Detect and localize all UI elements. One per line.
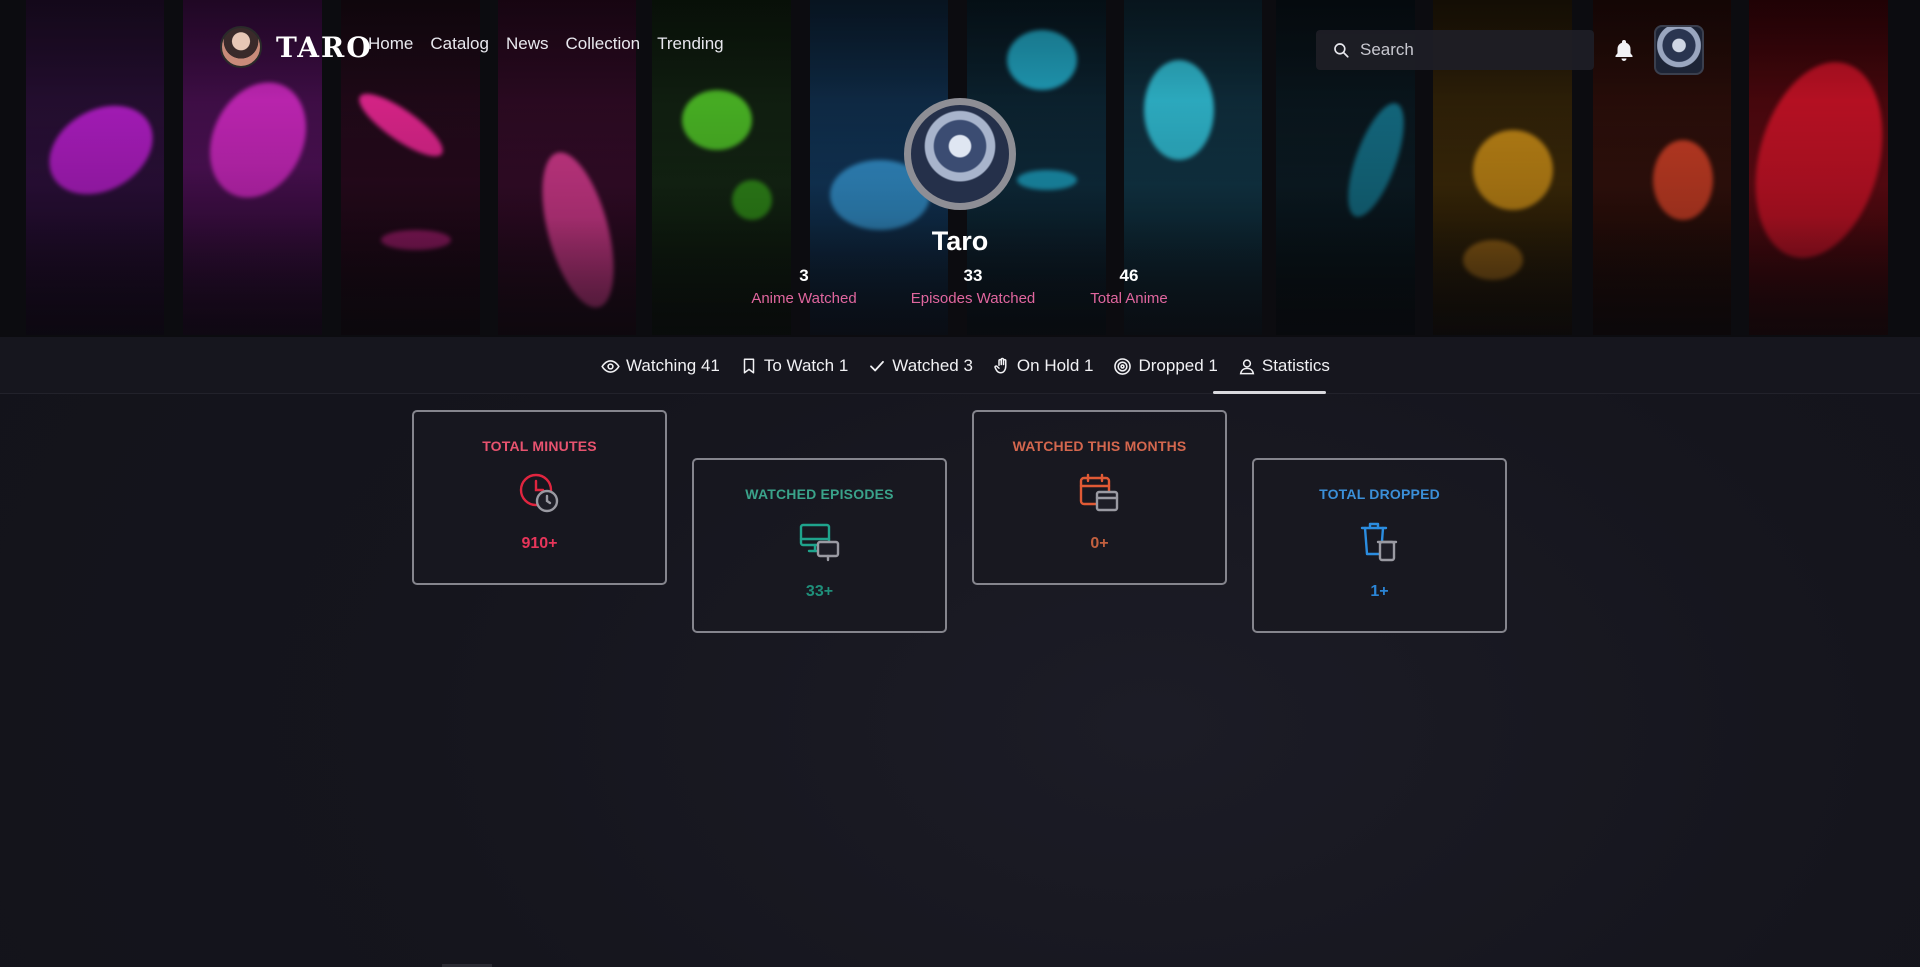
stat-value: 33 xyxy=(963,266,983,285)
profile-stats: 3 Anime Watched 33 Episodes Watched 46 T… xyxy=(0,266,1920,316)
card-total-minutes: TOTAL MINUTES 910+ xyxy=(412,410,667,585)
check-icon xyxy=(870,360,885,372)
search-input[interactable] xyxy=(1360,40,1580,60)
card-watched-this-months: WATCHED THIS MONTHS 0+ xyxy=(972,410,1227,585)
tab-watching[interactable]: Watching 41 xyxy=(601,355,720,377)
tab-dropped[interactable]: Dropped 1 xyxy=(1113,355,1218,377)
nav-link-trending[interactable]: Trending xyxy=(657,34,723,54)
tab-label: Watching 41 xyxy=(626,356,720,375)
bookmark-icon xyxy=(743,358,755,374)
tab-on-hold[interactable]: On Hold 1 xyxy=(993,355,1094,377)
stat-label: Total Anime xyxy=(1090,290,1168,307)
card-value: 0+ xyxy=(1090,535,1109,552)
tab-statistics[interactable]: Statistics xyxy=(1238,355,1330,377)
stat-anime-watched: 3 Anime Watched xyxy=(751,266,856,307)
tab-label: To Watch 1 xyxy=(763,356,849,375)
logo[interactable]: TARO xyxy=(220,26,373,68)
profile-tabs: Watching 41 To Watch 1 Watched 3 On Hold… xyxy=(601,355,1350,377)
nav-links: Home Catalog News Collection Trending xyxy=(368,34,724,54)
nav-link-news[interactable]: News xyxy=(506,34,549,54)
stat-value: 3 xyxy=(799,266,809,285)
card-value: 33+ xyxy=(805,583,834,600)
user-icon xyxy=(1239,358,1255,374)
top-nav: TARO Home Catalog News Collection Trendi… xyxy=(0,0,1920,90)
tab-label: Watched 3 xyxy=(892,356,973,375)
tab-to-watch[interactable]: To Watch 1 xyxy=(740,355,848,377)
search-box[interactable] xyxy=(1316,30,1594,70)
stat-total-anime: 46 Total Anime xyxy=(1090,266,1168,307)
logo-avatar xyxy=(220,26,262,68)
card-value: 910+ xyxy=(521,535,558,552)
clock-icon xyxy=(519,473,558,513)
search-icon xyxy=(1334,43,1349,58)
logo-text: TARO xyxy=(276,30,373,64)
bell-icon[interactable] xyxy=(1612,38,1636,62)
card-value: 1+ xyxy=(1370,583,1389,600)
tab-label: Statistics xyxy=(1261,356,1330,375)
active-tab-indicator xyxy=(1213,391,1326,394)
stat-value: 46 xyxy=(1119,266,1139,285)
trash-icon xyxy=(1360,522,1397,562)
card-title: WATCHED THIS MONTHS xyxy=(1012,438,1187,454)
stat-label: Anime Watched xyxy=(751,290,857,307)
monitor-icon xyxy=(799,523,839,562)
stat-episodes-watched: 33 Episodes Watched xyxy=(911,266,1036,307)
user-avatar[interactable] xyxy=(1654,25,1704,75)
card-watched-episodes: WATCHED EPISODES 33+ xyxy=(692,458,947,633)
nav-link-home[interactable]: Home xyxy=(368,34,413,54)
stat-label: Episodes Watched xyxy=(910,290,1036,307)
nav-link-catalog[interactable]: Catalog xyxy=(430,34,489,54)
card-title: TOTAL MINUTES xyxy=(482,438,597,454)
profile-name: Taro xyxy=(931,226,989,256)
profile-tabs-bar: Watching 41 To Watch 1 Watched 3 On Hold… xyxy=(0,337,1920,394)
card-title: TOTAL DROPPED xyxy=(1319,486,1440,502)
tab-label: On Hold 1 xyxy=(1016,356,1094,375)
hand-icon xyxy=(994,357,1007,374)
calendar-icon xyxy=(1079,473,1118,512)
card-title: WATCHED EPISODES xyxy=(745,486,894,502)
target-icon xyxy=(1114,357,1132,375)
tab-label: Dropped 1 xyxy=(1138,356,1218,375)
nav-link-collection[interactable]: Collection xyxy=(565,34,640,54)
profile-avatar xyxy=(904,98,1016,210)
eye-icon xyxy=(601,359,620,373)
tab-watched[interactable]: Watched 3 xyxy=(868,355,973,377)
card-total-dropped: TOTAL DROPPED 1+ xyxy=(1252,458,1507,633)
